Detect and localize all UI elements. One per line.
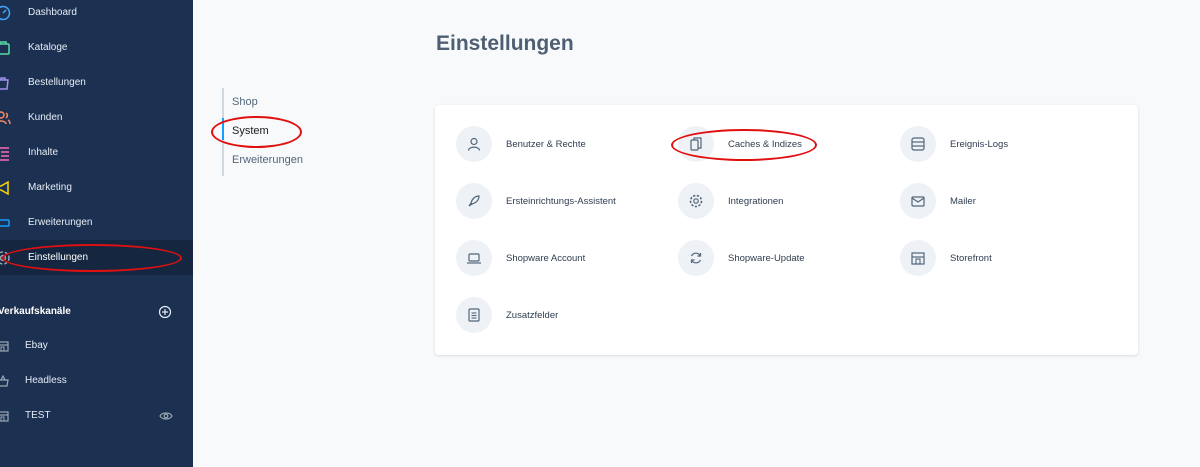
sidebar-item-label: Einstellungen: [28, 252, 89, 263]
sidebar-item-label: Kataloge: [28, 42, 68, 53]
sales-channels-title: Verkaufskanäle: [0, 306, 71, 317]
settings-tab-nav: Shop System Erweiterungen: [222, 88, 342, 176]
tile-label: Caches & Indizes: [728, 138, 802, 150]
storefront-icon: [911, 252, 925, 265]
sales-channel-label: TEST: [25, 410, 51, 421]
tile-label: Ereignis-Logs: [950, 138, 1009, 150]
tile-zusatzfelder[interactable]: Zusatzfelder: [456, 297, 676, 333]
gear-icon: [689, 194, 703, 208]
settings-icon: [0, 250, 10, 265]
sidebar-item-kunden[interactable]: Kunden: [0, 100, 193, 135]
server-icon: [911, 137, 925, 151]
sales-channel-headless[interactable]: Headless: [0, 366, 193, 396]
tile-shopware-update[interactable]: Shopware-Update: [678, 240, 898, 276]
tile-shopware-account[interactable]: Shopware Account: [456, 240, 676, 276]
copy-icon: [690, 137, 702, 151]
sidebar-item-erweiterungen[interactable]: Erweiterungen: [0, 205, 193, 240]
sidebar-item-label: Dashboard: [28, 7, 77, 18]
rocket-icon: [468, 195, 480, 207]
tile-label: Mailer: [950, 195, 976, 207]
tile-label: Zusatzfelder: [506, 309, 559, 321]
storefront-icon: [0, 341, 9, 352]
document-list-icon: [468, 308, 480, 322]
sidebar-item-label: Marketing: [28, 182, 72, 193]
sidebar-item-dashboard[interactable]: Dashboard: [0, 0, 193, 30]
tile-label: Shopware-Update: [728, 252, 805, 264]
laptop-icon: [467, 253, 481, 264]
basket-icon: [0, 375, 9, 387]
eye-icon[interactable]: [159, 410, 173, 422]
sidebar-item-kataloge[interactable]: Kataloge: [0, 30, 193, 65]
tile-integrationen[interactable]: Integrationen: [678, 183, 898, 219]
sales-channels-header: Verkaufskanäle: [0, 305, 193, 321]
active-tab-indicator: [222, 118, 224, 140]
sales-channel-test[interactable]: TEST: [0, 401, 193, 431]
customers-icon: [0, 110, 11, 124]
tab-erweiterungen[interactable]: Erweiterungen: [232, 154, 303, 166]
sales-channel-label: Ebay: [25, 340, 48, 351]
extensions-icon: [0, 218, 10, 227]
tile-storefront[interactable]: Storefront: [900, 240, 1120, 276]
envelope-icon: [911, 196, 925, 207]
sidebar: Dashboard Kataloge Bestellungen Kunden I…: [0, 0, 193, 467]
tab-shop[interactable]: Shop: [232, 96, 258, 108]
sidebar-item-label: Erweiterungen: [28, 217, 93, 228]
sidebar-item-label: Inhalte: [28, 147, 59, 158]
page-title: Einstellungen: [436, 32, 574, 55]
tile-label: Storefront: [950, 252, 992, 264]
tile-label: Benutzer & Rechte: [506, 138, 586, 150]
add-circle-icon[interactable]: [158, 305, 172, 319]
tile-benutzer-rechte[interactable]: Benutzer & Rechte: [456, 126, 676, 162]
settings-card: Benutzer & Rechte Caches & Indizes Ereig…: [435, 105, 1138, 355]
dashboard-icon: [0, 5, 11, 20]
sales-channel-label: Headless: [25, 375, 67, 386]
sidebar-item-inhalte[interactable]: Inhalte: [0, 135, 193, 170]
tile-ereignis-logs[interactable]: Ereignis-Logs: [900, 126, 1120, 162]
sales-channel-ebay[interactable]: Ebay: [0, 331, 193, 361]
refresh-icon: [690, 252, 702, 264]
tile-label: Shopware Account: [506, 252, 586, 264]
tile-ersteinrichtungs-assistent[interactable]: Ersteinrichtungs-Assistent: [456, 183, 676, 219]
tile-label: Integrationen: [728, 195, 784, 207]
catalog-icon: [0, 40, 10, 55]
sidebar-item-einstellungen[interactable]: Einstellungen: [0, 240, 193, 275]
storefront-icon: [0, 411, 9, 422]
tile-mailer[interactable]: Mailer: [900, 183, 1120, 219]
sidebar-item-label: Kunden: [28, 112, 63, 123]
marketing-icon: [0, 180, 9, 195]
sidebar-item-bestellungen[interactable]: Bestellungen: [0, 65, 193, 100]
tab-system[interactable]: System: [232, 125, 269, 137]
tile-caches-indizes[interactable]: Caches & Indizes: [678, 126, 898, 162]
content-icon: [0, 146, 9, 161]
user-icon: [467, 137, 481, 151]
orders-icon: [0, 76, 9, 90]
sidebar-item-marketing[interactable]: Marketing: [0, 170, 193, 205]
tile-label: Ersteinrichtungs-Assistent: [506, 195, 616, 207]
sidebar-item-label: Bestellungen: [28, 77, 86, 88]
